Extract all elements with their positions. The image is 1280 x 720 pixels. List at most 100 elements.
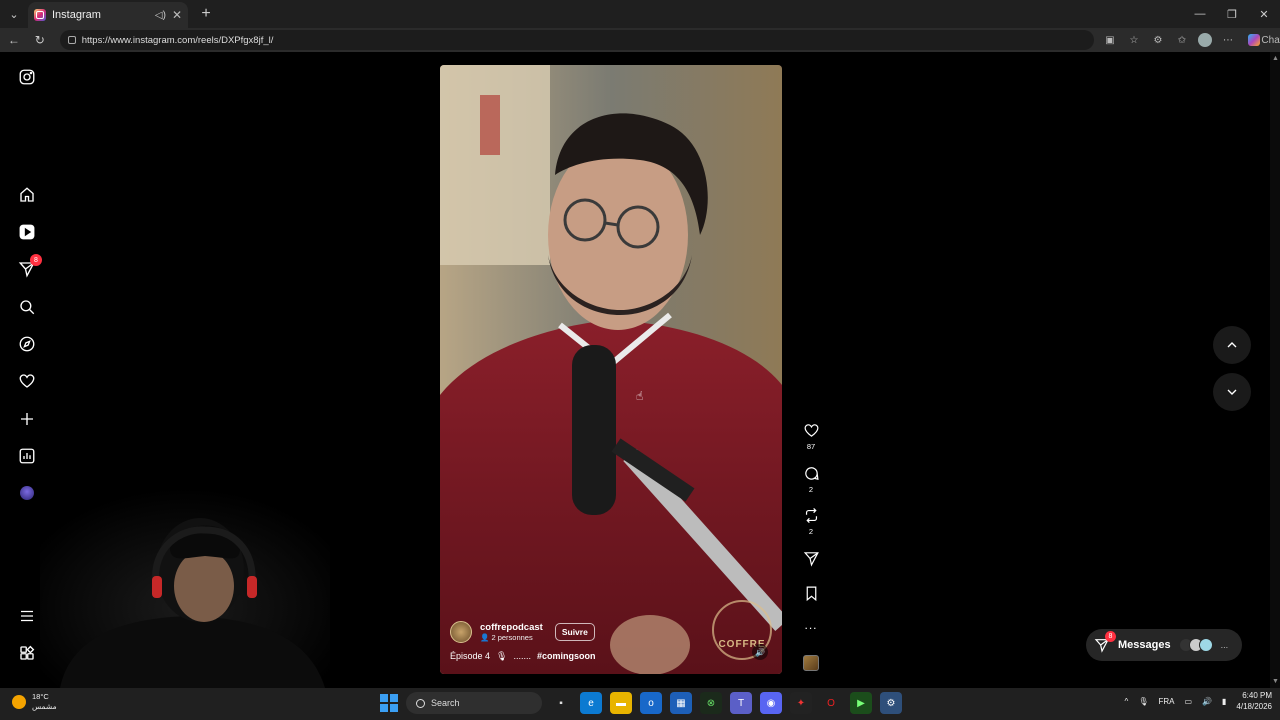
scroll-down-icon[interactable]: ▼ — [1272, 678, 1279, 685]
browser-tab-instagram[interactable]: Instagram ◁) ✕ — [28, 2, 188, 28]
next-reel-button[interactable] — [1213, 373, 1251, 411]
original-audio-thumbnail[interactable] — [803, 655, 819, 671]
share-paper-plane-icon[interactable] — [803, 550, 820, 567]
opera-icon[interactable]: O — [820, 692, 842, 714]
profile-picture — [20, 486, 34, 500]
explore-compass-icon[interactable] — [17, 334, 37, 354]
also-from-meta-icon[interactable] — [17, 643, 37, 663]
split-screen-icon[interactable]: ▣ — [1102, 32, 1118, 48]
messages-badge: 8 — [1105, 631, 1116, 642]
menu-dots-icon[interactable]: ⋯ — [1220, 32, 1236, 48]
file-explorer-icon[interactable]: ▬ — [610, 692, 632, 714]
chat-avatar — [1198, 638, 1213, 652]
taskbar-search[interactable]: Search — [406, 692, 542, 714]
audio-action — [798, 655, 824, 671]
mouse-cursor-icon: ☝ — [636, 389, 644, 403]
favorites-icon[interactable]: ✩ — [1174, 32, 1190, 48]
comments-count[interactable]: 2 — [809, 485, 813, 494]
tab-close-icon[interactable]: ✕ — [172, 8, 182, 22]
author-avatar[interactable] — [450, 621, 472, 643]
more-options-icon[interactable]: ... — [804, 618, 817, 632]
sunny-weather-icon — [12, 695, 26, 709]
profile-avatar[interactable] — [1197, 33, 1212, 47]
follow-button[interactable]: Suivre — [554, 623, 595, 641]
microphone-tray-icon[interactable]: 🎙 — [1138, 697, 1148, 706]
share-action — [798, 550, 824, 567]
tray-chevron-up-icon[interactable]: ^ — [1125, 697, 1129, 706]
reload-icon[interactable]: ↻ — [28, 29, 52, 51]
url-field[interactable]: https://www.instagram.com/reels/DXPfgx8j… — [59, 30, 1094, 50]
reposts-count[interactable]: 2 — [809, 527, 813, 536]
network-icon[interactable]: ▭ — [1184, 697, 1192, 706]
caption-hashtag[interactable]: #comingsoon — [537, 651, 596, 662]
url-text: https://www.instagram.com/reels/DXPfgx8j… — [81, 34, 274, 46]
close-window-icon[interactable]: ✕ — [1248, 0, 1280, 28]
copilot-icon — [1247, 34, 1260, 46]
author-username[interactable]: coffrepodcast — [480, 622, 543, 633]
copilot-chat-button[interactable]: Chat — [1247, 32, 1280, 48]
direct-messages-icon[interactable]: 8 — [17, 254, 42, 279]
app-icon[interactable]: ✦ — [790, 692, 812, 714]
notifications-badge: 8 — [30, 254, 42, 266]
extensions-icon[interactable]: ⚙ — [1150, 32, 1166, 48]
reel-caption[interactable]: Épisode 4 🎙 ....... #comingsoon — [450, 651, 772, 662]
save-action — [798, 585, 824, 602]
like-heart-icon[interactable] — [803, 422, 820, 439]
collaborators-label[interactable]: 👤 2 personnes — [480, 633, 543, 642]
likes-count[interactable]: 87 — [807, 442, 815, 451]
comment-bubble-icon[interactable] — [803, 465, 820, 482]
site-info-icon[interactable] — [67, 36, 76, 44]
battery-icon[interactable]: ▮ — [1222, 697, 1226, 706]
repost-icon[interactable] — [803, 507, 820, 524]
reels-icon[interactable] — [17, 222, 37, 242]
instagram-logo-icon[interactable] — [17, 67, 37, 87]
create-plus-icon[interactable] — [17, 409, 37, 429]
windows-start-icon[interactable] — [380, 694, 398, 712]
teams-icon[interactable]: T — [730, 692, 752, 714]
restore-icon[interactable]: ❐ — [1216, 0, 1248, 28]
address-bar-row: ← ↻ https://www.instagram.com/reels/DXPf… — [0, 28, 1280, 52]
microphone-icon: 🎙 — [496, 651, 508, 661]
minimize-icon[interactable]: — — [1184, 0, 1216, 28]
input-language[interactable]: FRA — [1158, 697, 1174, 706]
tab-audio-icon[interactable]: ◁) — [155, 10, 166, 21]
comment-action: 2 — [798, 465, 824, 494]
discord-icon[interactable]: ◉ — [760, 692, 782, 714]
weather-widget[interactable]: 18°C مشمس — [12, 692, 57, 712]
caption-dots: ....... — [513, 651, 531, 661]
profile-avatar[interactable] — [17, 483, 37, 503]
bookmark-icon[interactable] — [803, 585, 820, 602]
more-options-action: ... — [798, 618, 824, 632]
back-arrow-icon[interactable]: ← — [2, 29, 26, 51]
task-view-icon[interactable]: ▪ — [550, 692, 572, 714]
tab-actions-chevron-icon[interactable]: ⌄ — [4, 4, 24, 24]
terminal-icon[interactable]: ▶ — [850, 692, 872, 714]
messages-button[interactable]: 8 Messages ... — [1086, 629, 1242, 661]
scroll-up-icon[interactable]: ▲ — [1272, 55, 1279, 62]
settings-gear-icon[interactable]: ⚙ — [880, 692, 902, 714]
volume-icon[interactable]: 🔊 — [1202, 697, 1212, 706]
dashboard-chart-icon[interactable] — [17, 446, 37, 466]
weather-description: مشمس — [32, 702, 57, 711]
edge-browser-icon[interactable]: e — [580, 692, 602, 714]
collaborators-count: 2 personnes — [491, 633, 533, 642]
previous-reel-button[interactable] — [1213, 326, 1251, 364]
webcam-overlay — [40, 488, 330, 688]
favorite-star-icon[interactable]: ☆ — [1126, 32, 1142, 48]
search-icon — [416, 698, 425, 708]
more-menu-icon[interactable] — [17, 606, 37, 626]
clock-time: 6:40 PM — [1242, 691, 1272, 700]
page-scrollbar[interactable]: ▲ ▼ — [1270, 52, 1280, 688]
search-icon[interactable] — [17, 297, 37, 317]
home-icon[interactable] — [17, 185, 37, 205]
xbox-icon[interactable]: ⊗ — [700, 692, 722, 714]
webcam-person-image — [40, 488, 330, 688]
chevron-down-icon — [1227, 389, 1237, 395]
heart-notifications-icon[interactable] — [17, 371, 37, 391]
outlook-icon[interactable]: o — [640, 692, 662, 714]
reel-info: coffrepodcast 👤 2 personnes Suivre Épiso… — [450, 621, 772, 662]
taskbar-clock[interactable]: 6:40 PM 4/18/2026 — [1236, 690, 1272, 712]
calculator-icon[interactable]: ▦ — [670, 692, 692, 714]
new-tab-button[interactable]: + — [194, 2, 218, 26]
reel-video[interactable]: ☝ COFFRE 🔊 coffrepodcast 👤 2 personnes S… — [440, 65, 782, 674]
